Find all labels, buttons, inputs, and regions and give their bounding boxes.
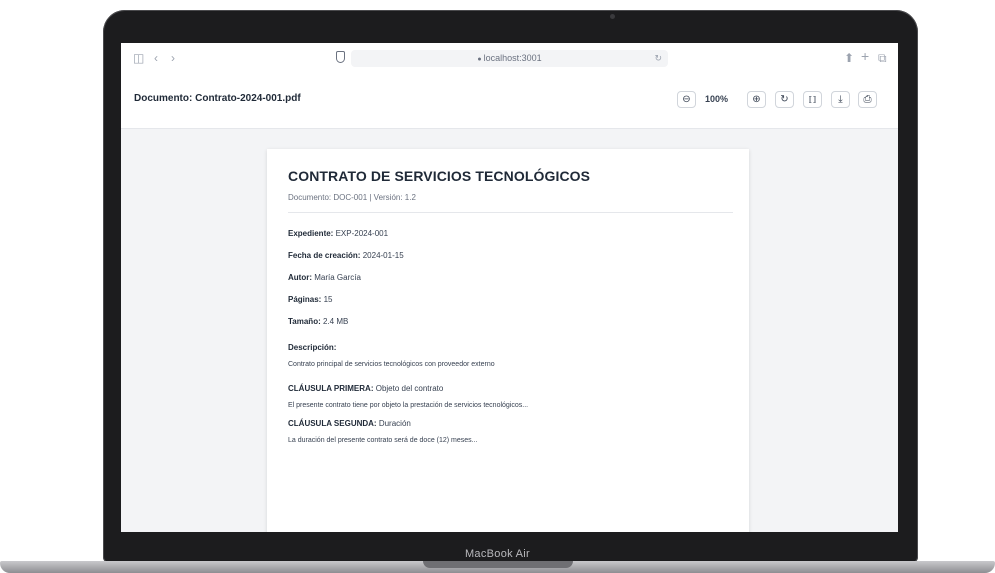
browser-toolbar: ◫ ‹ › ● localhost:3001 ↻ ⬆ + ⧉: [121, 43, 898, 74]
contract-title: CONTRATO DE SERVICIOS TECNOLÓGICOS: [288, 168, 591, 184]
field-paginas: Páginas: 15: [288, 295, 333, 304]
chevron-right-icon[interactable]: ›: [171, 51, 175, 65]
base-notch: [423, 561, 573, 568]
field-tamano: Tamaño: 2.4 MB: [288, 317, 349, 326]
shield-icon[interactable]: [336, 51, 345, 63]
reload-icon[interactable]: ↻: [654, 50, 662, 67]
fullscreen-icon[interactable]: ⟦⟧: [803, 91, 822, 108]
document-title: Documento: Contrato-2024-001.pdf: [134, 93, 301, 104]
description-text: Contrato principal de servicios tecnológ…: [288, 361, 495, 368]
tabs-icon[interactable]: ⧉: [878, 51, 887, 65]
description-label: Descripción:: [288, 343, 337, 352]
clause-2-text: La duración del presente contrato será d…: [288, 437, 478, 444]
url-text: localhost:3001: [483, 53, 542, 63]
share-icon[interactable]: ⬆: [844, 51, 854, 65]
sidebar-icon[interactable]: ◫: [133, 51, 144, 65]
rotate-icon[interactable]: ↻: [775, 91, 794, 108]
clause-1-text: El presente contrato tiene por objeto la…: [288, 402, 529, 409]
address-bar[interactable]: ● localhost:3001 ↻: [351, 50, 668, 67]
lock-icon: ●: [477, 56, 482, 63]
contract-meta: Documento: DOC-001 | Versión: 1.2: [288, 193, 416, 202]
zoom-level: 100%: [705, 94, 729, 104]
field-fecha: Fecha de creación: 2024-01-15: [288, 251, 404, 260]
print-icon[interactable]: ⎙: [858, 91, 877, 108]
zoom-out-icon[interactable]: ⊖: [677, 91, 696, 108]
device-label: MacBook Air: [464, 548, 531, 560]
clause-1-heading: CLÁUSULA PRIMERA: Objeto del contrato: [288, 384, 444, 393]
field-expediente: Expediente: EXP-2024-001: [288, 229, 389, 238]
field-autor: Autor: María García: [288, 273, 361, 282]
screen: ◫ ‹ › ● localhost:3001 ↻ ⬆ + ⧉ Documento:…: [121, 43, 898, 532]
download-icon[interactable]: ⤓: [831, 91, 850, 108]
divider: [288, 212, 733, 213]
camera: [610, 14, 615, 19]
plus-icon[interactable]: +: [861, 49, 869, 63]
document-page: CONTRATO DE SERVICIOS TECNOLÓGICOS Docum…: [267, 149, 749, 532]
clause-2-heading: CLÁUSULA SEGUNDA: Duración: [288, 419, 411, 428]
zoom-in-icon[interactable]: ⊕: [747, 91, 766, 108]
viewer-header: Documento: Contrato-2024-001.pdf ⊖ 100% …: [121, 73, 898, 129]
chevron-left-icon[interactable]: ‹: [154, 51, 158, 65]
laptop-base: [0, 561, 995, 573]
